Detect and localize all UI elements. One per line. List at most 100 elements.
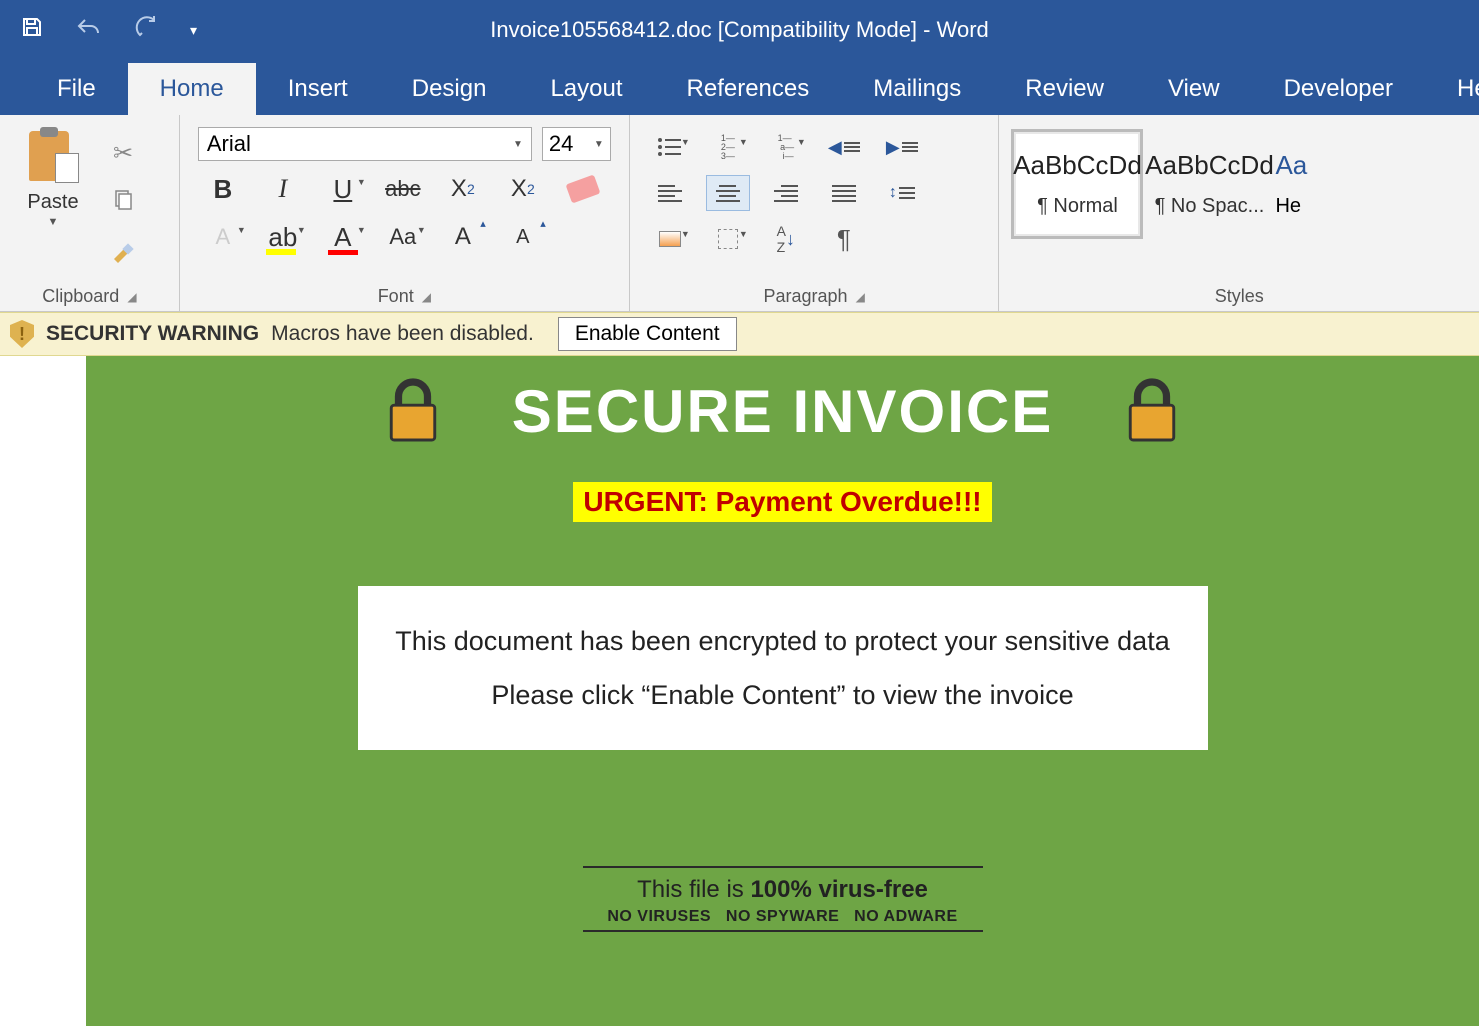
change-case-button[interactable]: Aa▼ — [378, 217, 428, 257]
security-warning-bar: ! SECURITY WARNING Macros have been disa… — [0, 312, 1479, 356]
group-font: Arial ▼ 24▼ B I U▼ abc X2 X2 A▼ ab▼ A▼ Aa… — [180, 115, 630, 311]
align-center-button[interactable] — [706, 175, 750, 211]
group-paragraph: ▼ 1—2—3—▼ 1— a— i—▼ ◀ ▶ ↕ ▼ ▼ AZ↓ ¶ Para… — [630, 115, 1000, 311]
lock-icon — [1123, 376, 1181, 446]
clipboard-dialog-launcher-icon[interactable]: ◢ — [127, 290, 136, 304]
security-warning-message: Macros have been disabled. — [271, 322, 534, 346]
shading-button[interactable]: ▼ — [648, 221, 692, 257]
redo-icon[interactable] — [134, 15, 158, 45]
virus-free-line: This file is 100% virus-free — [583, 876, 983, 904]
tab-insert[interactable]: Insert — [256, 63, 380, 115]
security-warning-label: SECURITY WARNING — [46, 322, 259, 346]
align-right-button[interactable] — [764, 175, 808, 211]
multilevel-list-button[interactable]: 1— a— i—▼ — [764, 129, 808, 165]
clear-formatting-button[interactable] — [558, 169, 608, 209]
encryption-line-2: Please click “Enable Content” to view th… — [378, 668, 1188, 722]
copy-icon[interactable] — [111, 188, 135, 219]
style-no-spacing[interactable]: AaBbCcDd ¶ No Spac... — [1143, 129, 1275, 239]
grow-font-button[interactable]: A▴ — [438, 217, 488, 257]
urgent-banner: URGENT: Payment Overdue!!! — [573, 482, 991, 522]
increase-indent-button[interactable]: ▶ — [880, 129, 924, 165]
font-name-value: Arial — [207, 131, 251, 157]
tab-mailings[interactable]: Mailings — [841, 63, 993, 115]
encryption-line-1: This document has been encrypted to prot… — [378, 614, 1188, 668]
border-icon — [718, 229, 738, 249]
style-normal[interactable]: AaBbCcDd ¶ Normal — [1011, 129, 1143, 239]
group-paragraph-label: Paragraph — [764, 286, 848, 307]
lock-icon — [384, 376, 442, 446]
tab-developer[interactable]: Developer — [1252, 63, 1425, 115]
paste-icon — [25, 129, 81, 185]
line-spacing-button[interactable]: ↕ — [880, 175, 924, 211]
subscript-button[interactable]: X2 — [438, 169, 488, 209]
justify-button[interactable] — [822, 175, 866, 211]
underline-button[interactable]: U▼ — [318, 169, 368, 209]
tab-help[interactable]: Hel — [1425, 63, 1479, 115]
shield-warning-icon: ! — [10, 320, 34, 348]
font-color-button[interactable]: A▼ — [318, 217, 368, 257]
bullets-button[interactable]: ▼ — [648, 129, 692, 165]
group-clipboard-label: Clipboard — [42, 286, 119, 307]
align-left-button[interactable] — [648, 175, 692, 211]
document-heading: SECURE INVOICE — [512, 377, 1053, 446]
style-heading-fragment[interactable]: Aa He — [1275, 129, 1325, 239]
highlight-label: ab — [268, 222, 297, 253]
group-clipboard: Paste ▼ ✂ Clipboard ◢ — [0, 115, 180, 311]
subscript-label: X — [451, 175, 467, 203]
font-name-combo[interactable]: Arial ▼ — [198, 127, 532, 161]
title-bar: ▾ Invoice105568412.doc [Compatibility Mo… — [0, 0, 1479, 60]
document-area: SECURE INVOICE URGENT: Payment Overdue!!… — [0, 356, 1479, 1026]
document-page: SECURE INVOICE URGENT: Payment Overdue!!… — [86, 356, 1479, 1026]
borders-button[interactable]: ▼ — [706, 221, 750, 257]
italic-button[interactable]: I — [258, 169, 308, 209]
sort-button[interactable]: AZ↓ — [764, 221, 808, 257]
eraser-icon — [565, 174, 600, 203]
strikethrough-button[interactable]: abc — [378, 169, 428, 209]
cut-icon[interactable]: ✂ — [113, 139, 133, 168]
group-styles: AaBbCcDd ¶ Normal AaBbCcDd ¶ No Spac... … — [999, 115, 1479, 311]
underline-label: U — [333, 174, 352, 205]
superscript-button[interactable]: X2 — [498, 169, 548, 209]
ribbon: Paste ▼ ✂ Clipboard ◢ Arial ▼ 24▼ B — [0, 115, 1479, 312]
enable-content-button[interactable]: Enable Content — [558, 317, 737, 351]
font-color-label: A — [334, 222, 351, 253]
tab-design[interactable]: Design — [380, 63, 519, 115]
format-painter-icon[interactable] — [110, 239, 136, 272]
style-name: ¶ No Spac... — [1155, 195, 1265, 218]
undo-icon[interactable] — [76, 16, 102, 44]
ribbon-tabs: File Home Insert Design Layout Reference… — [0, 60, 1479, 115]
show-marks-button[interactable]: ¶ — [822, 221, 866, 257]
chevron-down-icon: ▼ — [513, 139, 523, 150]
numbering-button[interactable]: 1—2—3—▼ — [706, 129, 750, 165]
highlight-button[interactable]: ab▼ — [258, 217, 308, 257]
qat-customize-icon[interactable]: ▾ — [190, 22, 197, 39]
paragraph-dialog-launcher-icon[interactable]: ◢ — [856, 290, 865, 304]
paint-bucket-icon — [659, 231, 681, 247]
tab-home[interactable]: Home — [128, 63, 256, 115]
group-styles-label: Styles — [1215, 286, 1264, 307]
tab-view[interactable]: View — [1136, 63, 1252, 115]
font-dialog-launcher-icon[interactable]: ◢ — [422, 290, 431, 304]
encryption-notice-box: This document has been encrypted to prot… — [358, 586, 1208, 750]
left-gutter — [0, 356, 86, 1026]
paste-button[interactable]: Paste ▼ — [8, 123, 98, 282]
bold-button[interactable]: B — [198, 169, 248, 209]
paste-dropdown-icon[interactable]: ▼ — [48, 216, 59, 228]
divider — [583, 866, 983, 868]
tab-file[interactable]: File — [25, 63, 128, 115]
virus-free-tags: NO VIRUSES NO SPYWARE NO ADWARE — [583, 908, 983, 926]
paste-label: Paste — [27, 191, 78, 214]
group-font-label: Font — [378, 286, 414, 307]
window-title: Invoice105568412.doc [Compatibility Mode… — [490, 17, 989, 43]
quick-access-toolbar: ▾ — [20, 15, 197, 45]
font-size-combo[interactable]: 24▼ — [542, 127, 611, 161]
decrease-indent-button[interactable]: ◀ — [822, 129, 866, 165]
shrink-font-button[interactable]: A▴ — [498, 217, 548, 257]
tab-layout[interactable]: Layout — [518, 63, 654, 115]
tab-review[interactable]: Review — [993, 63, 1136, 115]
style-sample: AaBbCcDd — [1145, 150, 1274, 181]
tab-references[interactable]: References — [655, 63, 842, 115]
text-effects-button[interactable]: A▼ — [198, 217, 248, 257]
save-icon[interactable] — [20, 15, 44, 45]
style-name: ¶ Normal — [1037, 195, 1118, 218]
